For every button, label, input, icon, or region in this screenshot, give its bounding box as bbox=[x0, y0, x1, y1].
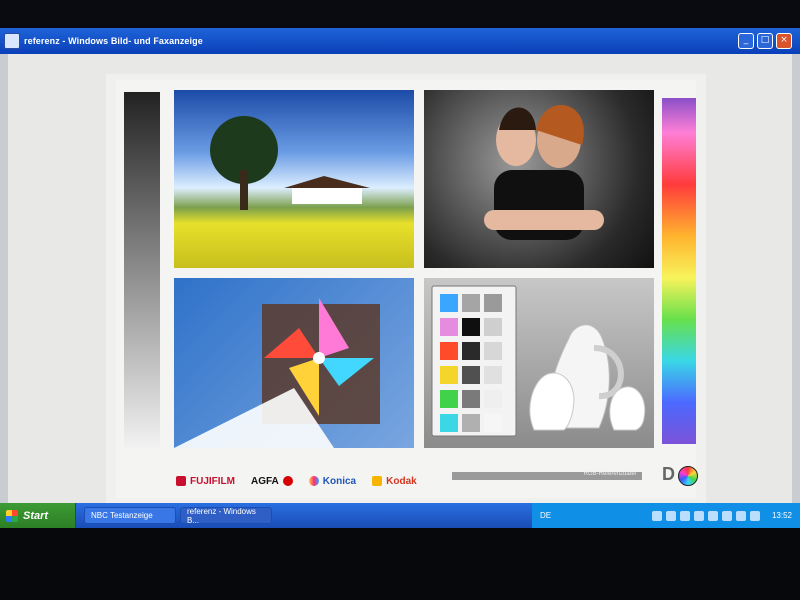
kodak-logo-text: Kodak bbox=[386, 475, 417, 487]
rainbow-gradient-bar bbox=[662, 98, 696, 444]
konica-logo-text: Konica bbox=[322, 475, 357, 487]
system-clock[interactable]: 13:52 bbox=[772, 511, 792, 520]
taskbar-item-active[interactable]: referenz - Windows B... bbox=[180, 506, 272, 525]
kodak-logo: Kodak bbox=[372, 476, 417, 487]
color-wheel-icon bbox=[678, 466, 698, 486]
image-viewport[interactable]: FUJIFILM AGFA Konica Kodak RGB-Referenzd… bbox=[106, 74, 706, 504]
tray-icon[interactable] bbox=[693, 510, 704, 521]
monitor-bezel-top bbox=[0, 0, 800, 30]
bottom-info-bar: RGB-Referenzdatei bbox=[452, 471, 642, 480]
maximize-button[interactable]: □ bbox=[757, 33, 773, 49]
dq-letter: D bbox=[662, 464, 675, 484]
portrait-photo bbox=[424, 90, 654, 268]
bottom-bar-right-text: RGB-Referenzdatei bbox=[583, 471, 636, 477]
tray-icon[interactable] bbox=[665, 510, 676, 521]
taskbar-item[interactable]: NBC Testanzeige bbox=[84, 507, 176, 524]
window-title: referenz - Windows Bild- und Faxanzeige bbox=[24, 36, 203, 46]
start-label: Start bbox=[23, 509, 49, 522]
monitor-bezel-bottom bbox=[0, 528, 800, 600]
screen: referenz - Windows Bild- und Faxanzeige … bbox=[0, 28, 800, 528]
tray-icon[interactable] bbox=[721, 510, 732, 521]
color-checker-photo bbox=[424, 278, 654, 448]
konica-logo: Konica bbox=[308, 475, 357, 487]
color-checker-illustration bbox=[431, 285, 646, 437]
minimize-button[interactable]: _ bbox=[738, 33, 754, 49]
fujifilm-logo: FUJIFILM bbox=[176, 476, 235, 487]
window-controls: _ □ × bbox=[738, 33, 792, 49]
start-button[interactable]: Start bbox=[0, 503, 76, 528]
picture-viewer-icon bbox=[4, 33, 20, 49]
pinwheel-photo bbox=[174, 278, 414, 448]
fujifilm-mark-icon bbox=[176, 476, 186, 486]
konica-mark-icon bbox=[308, 476, 319, 486]
windows-taskbar: Start NBC Testanzeige referenz - Windows… bbox=[0, 503, 800, 528]
gray-ramp bbox=[124, 92, 160, 448]
pinwheel-illustration bbox=[174, 298, 380, 448]
language-indicator[interactable]: DE bbox=[540, 511, 551, 520]
dq-brand-mark: D bbox=[662, 462, 704, 490]
agfa-mark-icon bbox=[282, 476, 293, 486]
windows-flag-icon bbox=[6, 509, 18, 522]
window-titlebar[interactable]: referenz - Windows Bild- und Faxanzeige … bbox=[0, 28, 800, 54]
tray-icon[interactable] bbox=[651, 510, 662, 521]
taskbar-item-label: NBC Testanzeige bbox=[91, 511, 153, 520]
tray-icon[interactable] bbox=[735, 510, 746, 521]
landscape-photo bbox=[174, 90, 414, 268]
kodak-mark-icon bbox=[372, 476, 383, 486]
fujifilm-logo-text: FUJIFILM bbox=[190, 475, 235, 487]
tray-icon[interactable] bbox=[679, 510, 690, 521]
tray-icon[interactable] bbox=[749, 510, 760, 521]
system-tray: DE 13:52 bbox=[532, 503, 800, 528]
window-client-area: FUJIFILM AGFA Konica Kodak RGB-Referenzd… bbox=[8, 54, 792, 528]
agfa-logo-text: AGFA bbox=[251, 475, 279, 487]
close-button[interactable]: × bbox=[776, 33, 792, 49]
people-illustration bbox=[484, 104, 604, 240]
tree-illustration bbox=[210, 116, 370, 210]
tray-icons bbox=[651, 510, 760, 521]
reference-sheet: FUJIFILM AGFA Konica Kodak RGB-Referenzd… bbox=[116, 80, 698, 498]
tray-icon[interactable] bbox=[707, 510, 718, 521]
agfa-logo: AGFA bbox=[251, 476, 293, 487]
taskbar-item-label: referenz - Windows B... bbox=[187, 506, 256, 525]
